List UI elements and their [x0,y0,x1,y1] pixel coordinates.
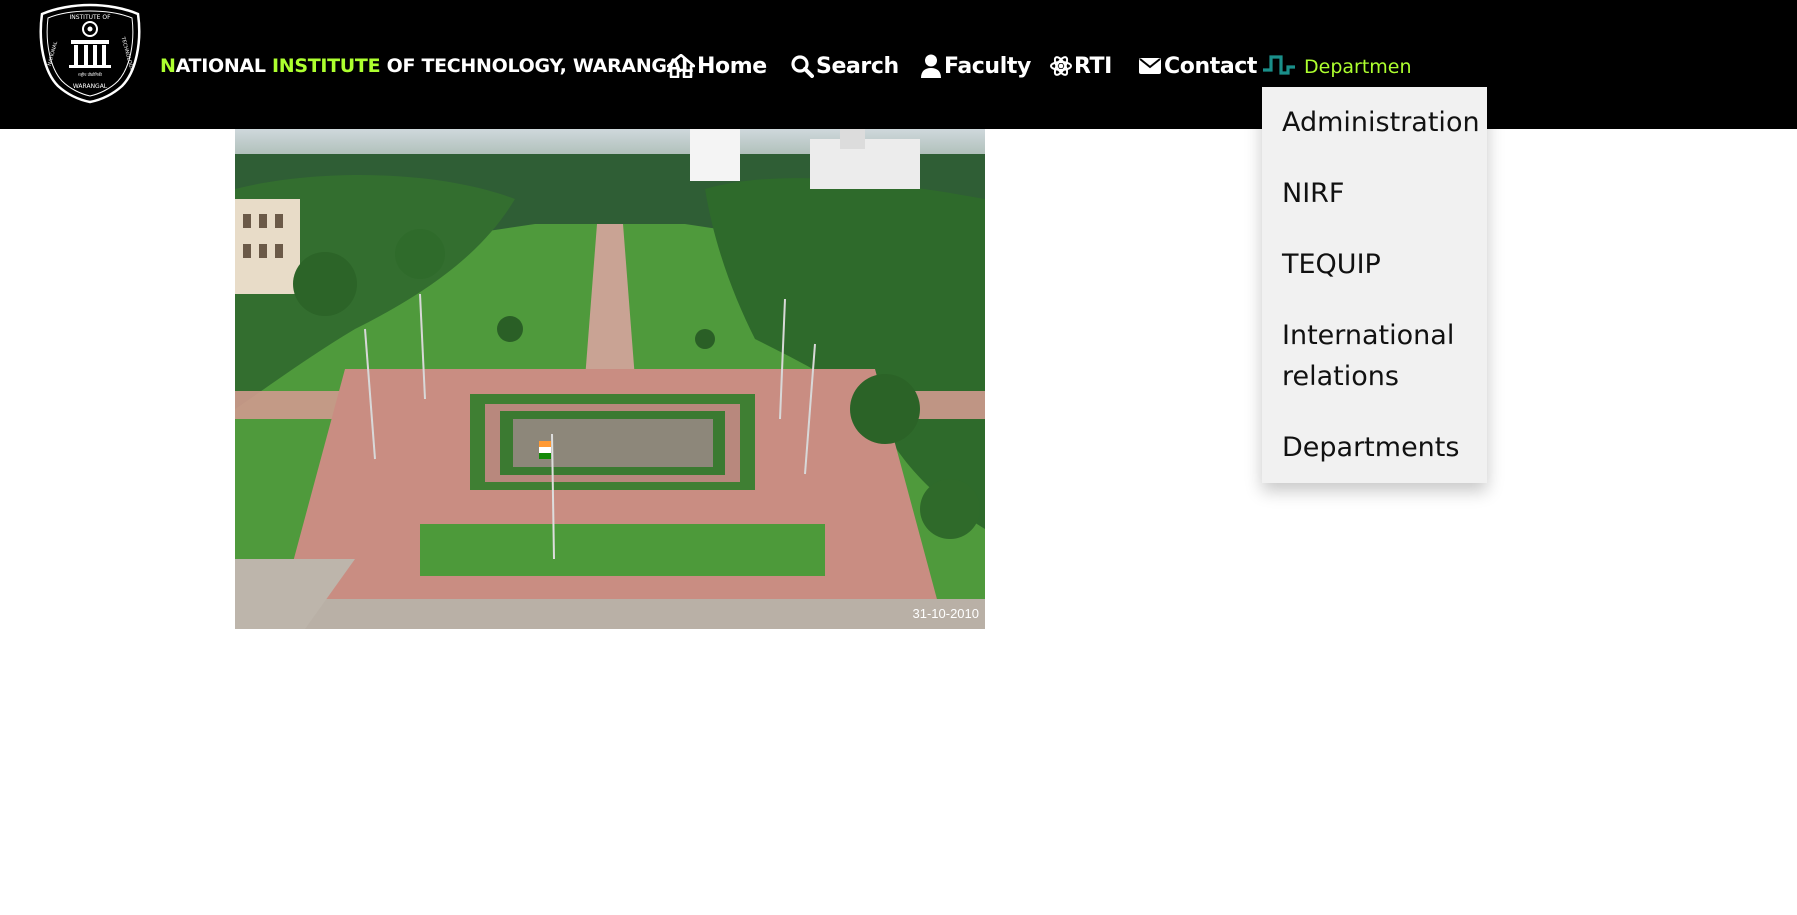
logo-top-text: INSTITUTE OF [69,14,111,21]
nav-departments-label: Departmen [1304,56,1412,78]
pulse-wave-icon [1262,53,1296,82]
atom-icon [1050,54,1072,78]
nav-search-label: Search [816,53,899,79]
dropdown-item-administration[interactable]: Administration [1282,102,1480,143]
nav-departments-dropdown[interactable]: Departmen [1262,54,1412,80]
svg-text:राष्ट्रीय प्रौद्योगिकी: राष्ट्रीय प्रौद्योगिकी [78,72,103,77]
photo-date-stamp: 31-10-2010 [912,606,980,621]
nav-home-link[interactable]: Home [667,51,767,81]
site-title-part-2: ATIONAL [175,55,272,77]
envelope-icon [1138,56,1162,76]
institute-logo[interactable]: राष्ट्रीय प्रौद्योगिकी WARANGAL INSTITUT… [36,2,144,104]
dropdown-item-nirf[interactable]: NIRF [1282,173,1477,214]
dropdown-item-departments[interactable]: Departments [1282,427,1477,468]
nav-search-link[interactable]: Search [790,51,899,81]
nav-contact-label: Contact [1164,53,1258,79]
logo-bottom-text: WARANGAL [73,83,108,90]
home-icon [667,54,695,78]
dropdown-item-international-relations[interactable]: International relations [1282,315,1477,397]
user-icon [920,54,942,78]
site-title-part-1: N [160,55,176,77]
nav-contact-link[interactable]: Contact [1138,51,1257,81]
site-title-part-3: INSTITUTE [271,55,381,77]
nav-rti-label: RTI [1074,53,1112,79]
dropdown-item-tequip[interactable]: TEQUIP [1282,244,1477,285]
top-navbar: राष्ट्रीय प्रौद्योगिकी WARANGAL INSTITUT… [0,0,1797,129]
departments-dropdown-menu: Administration NIRF TEQUIP International… [1262,87,1487,483]
nav-rti-link[interactable]: RTI [1050,51,1112,81]
site-title-part-4: OF TECHNOLOGY, WARANGAL [380,55,694,77]
nav-faculty-label: Faculty [944,53,1031,79]
nav-home-label: Home [697,53,767,79]
search-icon [790,54,814,78]
nav-faculty-link[interactable]: Faculty [920,51,1031,81]
site-title[interactable]: NATIONAL INSTITUTE OF TECHNOLOGY, WARANG… [160,55,693,77]
campus-aerial-photo: 31-10-2010 [235,129,985,629]
